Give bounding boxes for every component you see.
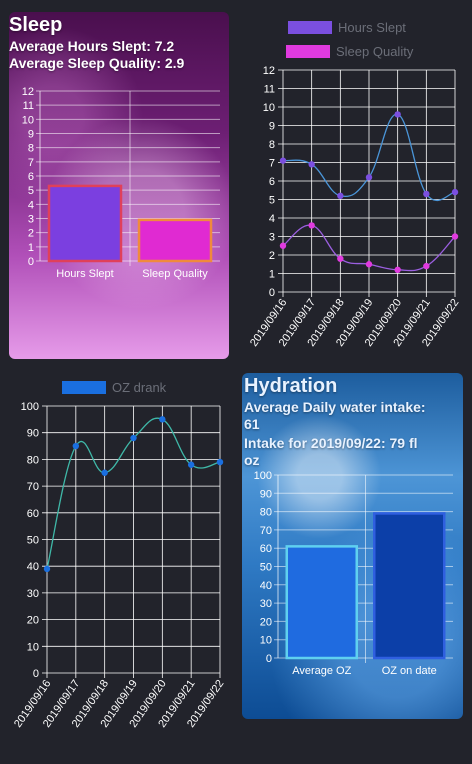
hydration-y-tick: 100 — [254, 470, 272, 482]
water-trend-y-tick: 20 — [27, 615, 39, 627]
legend-swatch-quality — [286, 45, 330, 58]
water-trend-point-oz — [130, 434, 137, 442]
sleep-trend-point-quality — [423, 262, 430, 270]
sleep-trend-y-tick: 10 — [263, 102, 275, 114]
sleep-y-tick: 1 — [28, 242, 34, 254]
sleep-y-tick: 12 — [22, 86, 34, 98]
water-trend-point-oz — [216, 458, 224, 466]
hydration-y-tick: 30 — [260, 598, 272, 610]
sleep-trend-point-hours — [423, 190, 430, 198]
sleep-y-tick: 7 — [28, 157, 34, 169]
sleep-trend-y-tick: 9 — [269, 121, 275, 133]
sleep-trend-y-tick: 11 — [264, 84, 275, 96]
water-trend-y-tick: 100 — [21, 401, 39, 413]
water-trend-y-tick: 0 — [33, 668, 39, 680]
legend-label-quality: Sleep Quality — [336, 44, 414, 59]
water-trend-y-tick: 50 — [27, 535, 39, 547]
sleep-y-tick: 4 — [28, 199, 34, 211]
sleep-bar — [47, 184, 123, 263]
sleep-trend-point-hours — [451, 188, 459, 196]
sleep-y-tick: 2 — [28, 228, 34, 240]
hydration-y-tick: 0 — [266, 653, 272, 665]
hydration-bar — [373, 512, 446, 660]
hydration-y-tick: 70 — [260, 525, 272, 537]
sleep-trend-point-hours — [337, 192, 344, 199]
sleep-bar-chart: 0123456789101112Hours Slept Sleep Quality — [22, 86, 220, 280]
legend-swatch-hours — [288, 21, 332, 34]
water-trend-point-oz — [159, 416, 166, 423]
sleep-trend-point-hours — [365, 174, 373, 181]
sleep-card: Sleep Average Hours Slept: 7.2 Average S… — [9, 12, 229, 359]
water-trend-point-oz — [187, 461, 195, 468]
legend-swatch-oz — [62, 381, 106, 394]
sleep-y-tick: 9 — [28, 129, 34, 141]
sleep-trend-y-tick: 6 — [269, 176, 275, 188]
legend-label-hours: Hours Slept — [338, 20, 406, 35]
water-trend-y-tick: 30 — [27, 588, 39, 600]
water-trend-point-oz — [72, 442, 80, 450]
sleep-trend-y-tick: 8 — [269, 139, 275, 151]
hydration-y-tick: 80 — [260, 507, 272, 519]
sleep-trend-point-quality — [337, 255, 344, 262]
sleep-y-tick: 3 — [28, 214, 34, 226]
hydration-y-tick: 40 — [260, 580, 272, 592]
sleep-y-tick: 5 — [28, 185, 34, 197]
hydration-y-tick: 90 — [260, 488, 272, 500]
legend-label-oz: OZ drank — [112, 380, 167, 395]
legend-hours-slept[interactable]: Hours Slept — [288, 20, 406, 35]
sleep-trend-y-tick: 12 — [263, 65, 275, 77]
sleep-y-tick: 11 — [23, 100, 34, 112]
water-trend-y-tick: 90 — [27, 428, 39, 440]
sleep-y-tick: 0 — [28, 256, 34, 268]
water-trend-y-tick: 60 — [27, 508, 39, 520]
water-trend-point-oz — [101, 469, 108, 476]
sleep-trend-point-quality — [451, 233, 459, 240]
sleep-y-tick: 6 — [28, 171, 34, 183]
hydration-y-tick: 10 — [260, 635, 272, 647]
sleep-trend-y-tick: 1 — [269, 269, 275, 281]
hydration-bar — [285, 545, 358, 660]
sleep-trend-point-quality — [365, 261, 373, 268]
hydration-card: Hydration Average Daily water intake: 61… — [242, 373, 463, 719]
sleep-trend-y-tick: 4 — [269, 213, 275, 225]
legend-oz-drank[interactable]: OZ drank — [62, 380, 166, 395]
sleep-trend-chart: 01234567891011122019/09/162019/09/172019… — [248, 65, 461, 349]
sleep-trend-y-tick: 7 — [269, 158, 275, 170]
sleep-trend-point-quality — [279, 242, 287, 249]
sleep-trend-point-quality — [308, 222, 315, 229]
hydration-y-tick: 60 — [260, 543, 272, 555]
sleep-bar — [137, 218, 213, 263]
sleep-x-label: Sleep Quality — [142, 268, 208, 280]
sleep-trend-point-hours — [394, 111, 401, 118]
water-trend-y-tick: 40 — [27, 561, 39, 573]
hydration-y-tick: 50 — [260, 562, 272, 574]
water-trend-chart: 01020304050607080901002019/09/162019/09/… — [12, 401, 226, 730]
sleep-trend-y-tick: 2 — [269, 250, 275, 262]
water-trend-y-tick: 80 — [27, 454, 39, 466]
sleep-y-tick: 10 — [22, 114, 34, 126]
sleep-trend-point-hours — [279, 157, 287, 164]
sleep-trend-point-quality — [394, 266, 401, 273]
water-trend-point-oz — [43, 565, 51, 573]
sleep-y-tick: 8 — [28, 143, 34, 155]
sleep-trend-y-tick: 3 — [269, 232, 275, 244]
hydration-x-label: Average OZ — [292, 665, 351, 677]
sleep-trend-y-tick: 0 — [269, 287, 275, 299]
legend-sleep-quality[interactable]: Sleep Quality — [286, 44, 413, 59]
hydration-x-label: OZ on date — [382, 665, 437, 677]
sleep-trend-y-tick: 5 — [269, 195, 275, 207]
sleep-x-label: Hours Slept — [56, 268, 113, 280]
sleep-trend-point-hours — [308, 161, 315, 168]
water-trend-y-tick: 70 — [27, 481, 39, 493]
water-trend-y-tick: 10 — [27, 641, 39, 653]
hydration-bar-chart: 0 10 20 30 40 50 60 70 80 90 100 Average OZ OZ on da… — [254, 470, 453, 677]
hydration-y-tick: 20 — [260, 616, 272, 628]
